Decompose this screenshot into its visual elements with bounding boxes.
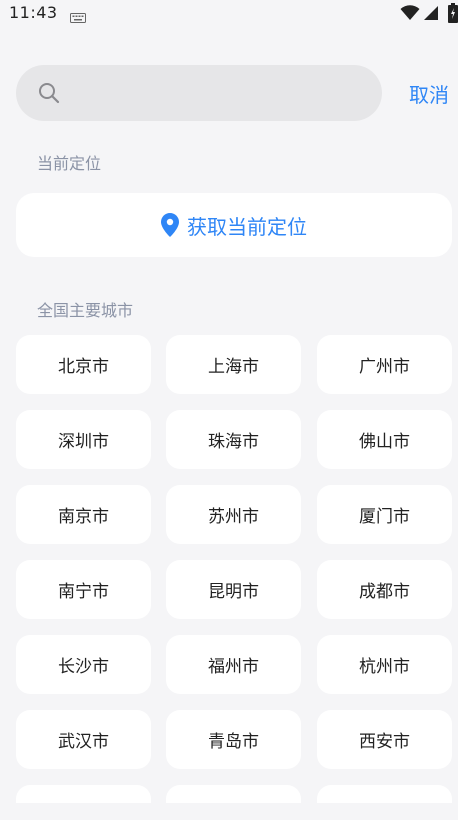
signal-icon <box>423 5 439 25</box>
city-button-partial[interactable] <box>166 785 301 803</box>
city-button-partial[interactable] <box>16 785 151 803</box>
status-bar: 11:43 <box>0 0 458 28</box>
city-button-changsha[interactable]: 长沙市 <box>16 635 151 694</box>
city-button-fuzhou[interactable]: 福州市 <box>166 635 301 694</box>
city-button-nanjing[interactable]: 南京市 <box>16 485 151 544</box>
city-button-kunming[interactable]: 昆明市 <box>166 560 301 619</box>
city-button-zhuhai[interactable]: 珠海市 <box>166 410 301 469</box>
battery-icon <box>448 3 458 27</box>
location-pin-icon <box>161 213 179 237</box>
city-button-beijing[interactable]: 北京市 <box>16 335 151 394</box>
major-cities-section-title: 全国主要城市 <box>37 301 134 320</box>
wifi-icon <box>400 5 420 25</box>
city-button-nanning[interactable]: 南宁市 <box>16 560 151 619</box>
city-button-foshan[interactable]: 佛山市 <box>317 410 452 469</box>
city-button-guangzhou[interactable]: 广州市 <box>317 335 452 394</box>
current-location-section-title: 当前定位 <box>37 154 102 173</box>
search-icon <box>38 82 60 108</box>
cancel-button[interactable]: 取消 <box>409 79 449 108</box>
city-button-shanghai[interactable]: 上海市 <box>166 335 301 394</box>
city-button-chengdu[interactable]: 成都市 <box>317 560 452 619</box>
get-current-location-button[interactable]: 获取当前定位 <box>16 193 452 257</box>
city-button-xian[interactable]: 西安市 <box>317 710 452 769</box>
city-button-qingdao[interactable]: 青岛市 <box>166 710 301 769</box>
city-button-hangzhou[interactable]: 杭州市 <box>317 635 452 694</box>
city-button-suzhou[interactable]: 苏州市 <box>166 485 301 544</box>
keyboard-icon <box>70 8 86 27</box>
city-button-wuhan[interactable]: 武汉市 <box>16 710 151 769</box>
search-bar[interactable] <box>16 65 382 121</box>
search-input[interactable] <box>74 65 364 121</box>
get-current-location-label: 获取当前定位 <box>187 214 307 239</box>
city-button-partial[interactable] <box>317 785 452 803</box>
city-button-shenzhen[interactable]: 深圳市 <box>16 410 151 469</box>
status-time: 11:43 <box>9 3 58 22</box>
city-button-xiamen[interactable]: 厦门市 <box>317 485 452 544</box>
